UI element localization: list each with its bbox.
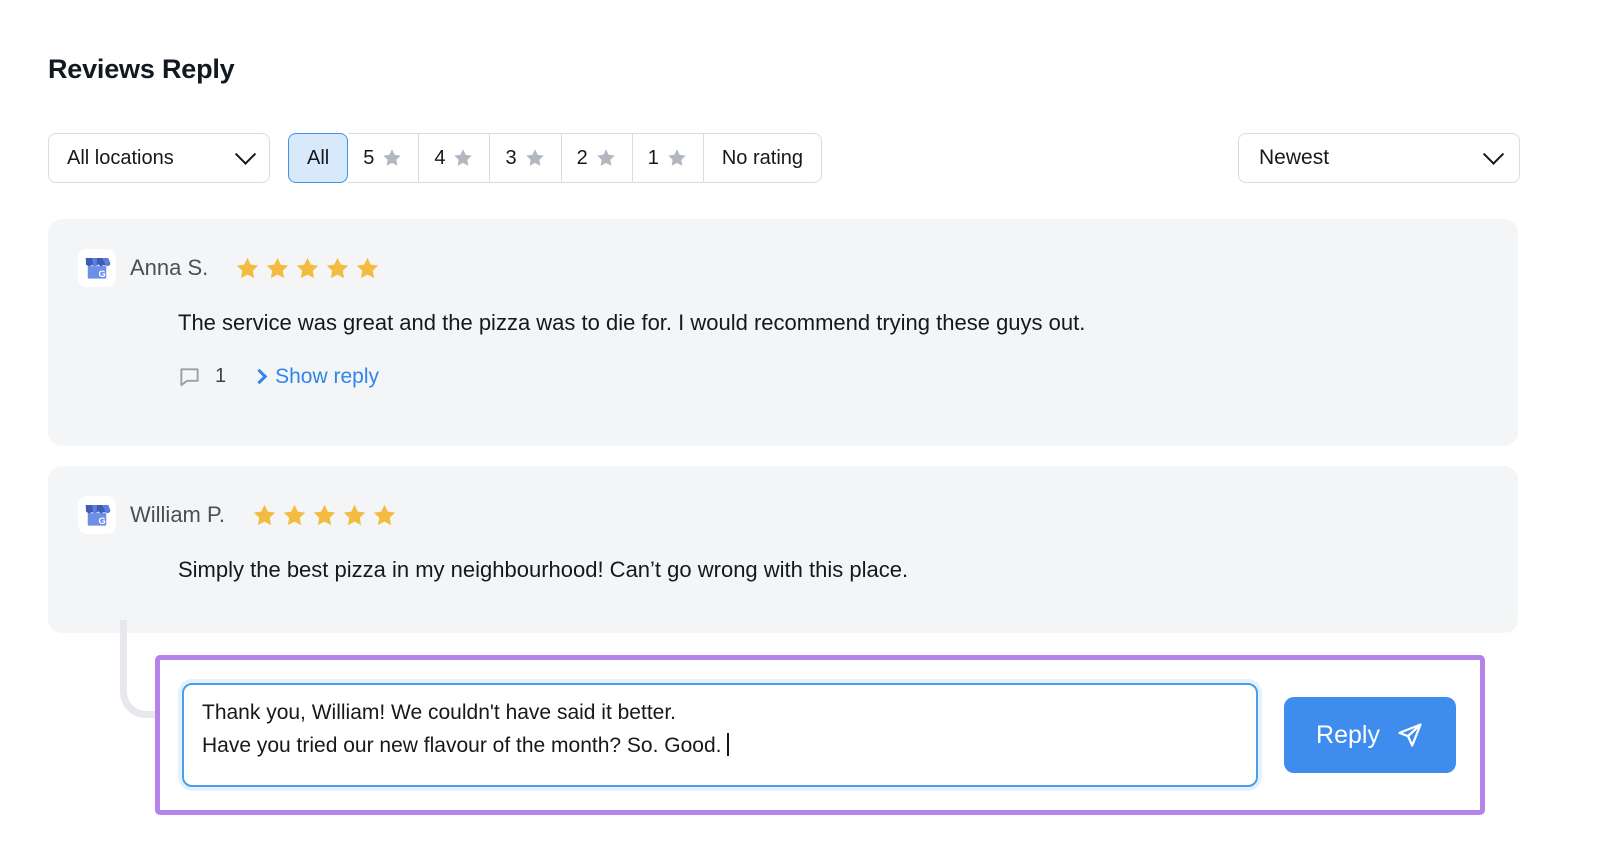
reply-text-line-1: Thank you, William! We couldn't have sai… [202,701,677,724]
rating-stars [251,502,398,529]
star-icon [597,149,615,166]
star-icon [313,504,336,525]
send-icon [1398,723,1422,747]
svg-text:G: G [99,269,106,279]
rating-filter-label: 3 [505,146,517,169]
star-icon [283,504,306,525]
review-actions: 1 Show reply [48,365,1518,389]
rating-stars [234,255,381,282]
review-header: G William P. [48,466,1518,534]
reply-button-label: Reply [1316,720,1380,749]
star-icon [525,149,544,166]
reply-button[interactable]: Reply [1284,697,1456,773]
comment-icon [180,368,199,387]
review-text: Simply the best pizza in my neighbourhoo… [178,557,909,582]
rating-filter-label: 1 [647,146,659,169]
reviews-reply-page: Reviews Reply All locations All 5 4 3 2 … [0,0,1600,860]
rating-filter-all[interactable]: All [288,133,349,183]
star-icon [253,504,276,525]
rating-filter-label: 4 [434,146,446,169]
sort-label: Newest [1259,146,1330,169]
rating-filter-label: No rating [721,146,804,169]
rating-filter-label: All [307,146,330,169]
star-icon [343,504,366,525]
star-icon [373,504,396,525]
star-icon [297,257,319,278]
google-business-icon: G [85,258,111,279]
chevron-right-icon [251,368,268,385]
chevron-down-icon [1482,143,1505,165]
review-card: G William P. Today Simply the best pizza… [48,466,1518,633]
reviewer-name: William P. [130,502,225,527]
avatar: G [78,496,116,534]
star-icon [383,149,402,166]
filter-bar: All locations All 5 4 3 2 1 No rating [48,133,823,183]
chevron-down-icon [234,143,257,165]
comment-count: 1 [215,365,227,388]
rating-filter-3[interactable]: 3 [490,133,562,183]
all-locations-label: All locations [67,146,174,169]
text-cursor [727,732,730,756]
rating-filter-group: All 5 4 3 2 1 No rating [288,133,823,183]
star-icon [454,149,473,166]
star-icon [668,149,686,166]
rating-filter-no-rating[interactable]: No rating [703,133,823,183]
google-business-icon: G [85,505,111,526]
rating-filter-label: 2 [576,146,588,169]
rating-filter-label: 5 [363,146,375,169]
svg-text:G: G [99,516,106,526]
star-icon [267,257,289,278]
review-card: G Anna S. Today The service was great an… [48,219,1518,500]
page-title: Reviews Reply [48,54,235,84]
rating-filter-1[interactable]: 1 [632,133,704,183]
star-icon [327,257,349,278]
reply-text-line-2: Have you tried our new flavour of the mo… [202,733,728,757]
sort-dropdown[interactable]: Newest [1238,133,1520,183]
rating-filter-2[interactable]: 2 [561,133,633,183]
review-header: G Anna S. [48,219,1518,287]
star-icon [237,257,259,278]
reply-composer-highlight: Thank you, William! We couldn't have sai… [155,655,1485,815]
avatar: G [78,249,116,287]
show-reply-label: Show reply [275,364,380,388]
review-text: The service was great and the pizza was … [178,310,1086,335]
reviewer-name: Anna S. [130,255,209,280]
rating-filter-5[interactable]: 5 [348,133,420,183]
show-reply-link[interactable]: Show reply [251,364,380,389]
rating-filter-4[interactable]: 4 [419,133,491,183]
reply-input[interactable]: Thank you, William! We couldn't have sai… [182,683,1258,787]
all-locations-dropdown[interactable]: All locations [48,133,270,183]
star-icon [357,257,379,278]
